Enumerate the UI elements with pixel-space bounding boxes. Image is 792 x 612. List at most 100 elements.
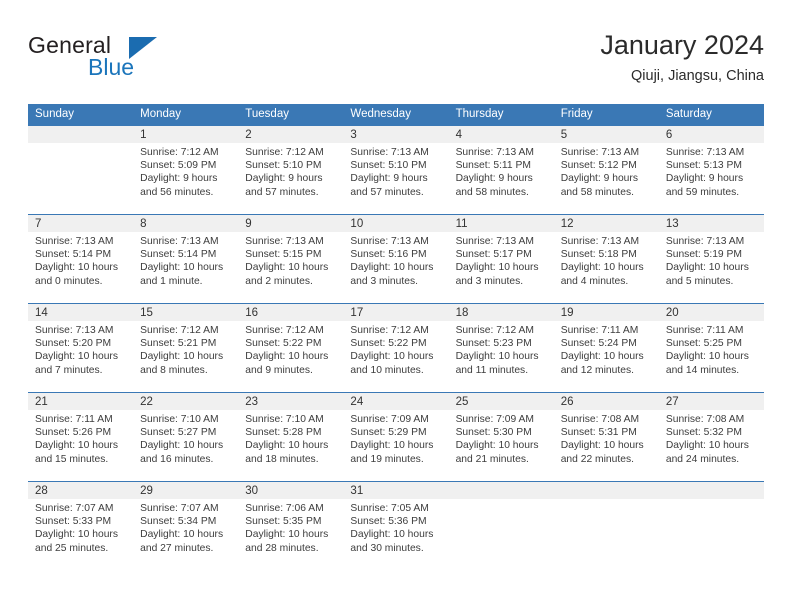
daylight-text-line2: and 30 minutes. [350, 542, 424, 554]
calendar-day-cell[interactable]: 5 Sunrise: 7:13 AM Sunset: 5:12 PM Daylight… [553, 126, 659, 214]
calendar-day-cell[interactable]: 2 Sunrise: 7:12 AM Sunset: 5:10 PM Daylight… [238, 126, 344, 214]
calendar-day-cell[interactable]: 22 Sunrise: 7:10 AM Sunset: 5:27 PM Dayligh… [133, 393, 239, 481]
day-details: Sunrise: 7:10 AM Sunset: 5:28 PM Daylight:… [238, 410, 343, 466]
calendar-day-cell[interactable]: 30 Sunrise: 7:06 AM Sunset: 5:35 PM Dayligh… [238, 482, 344, 570]
day-number: 18 [448, 304, 554, 321]
calendar-day-cell[interactable]: 25 Sunrise: 7:09 AM Sunset: 5:30 PM Dayligh… [448, 393, 554, 481]
day-details: Sunrise: 7:13 AM Sunset: 5:13 PM Daylight:… [659, 143, 764, 199]
calendar-day-cell[interactable]: 14 Sunrise: 7:13 AM Sunset: 5:20 PM Dayligh… [28, 304, 134, 392]
calendar-day-cell[interactable]: 29 Sunrise: 7:07 AM Sunset: 5:34 PM Dayligh… [133, 482, 239, 570]
weekday-header-thursday: Thursday [448, 104, 554, 126]
day-number: 29 [133, 482, 239, 499]
day-cell-inner: 30 Sunrise: 7:06 AM Sunset: 5:35 PM Dayligh… [238, 482, 344, 570]
weekday-header-wednesday: Wednesday [343, 104, 449, 126]
day-cell-inner: 4 Sunrise: 7:13 AM Sunset: 5:11 PM Daylight… [448, 126, 554, 214]
day-details: Sunrise: 7:11 AM Sunset: 5:25 PM Daylight:… [659, 321, 764, 377]
calendar-day-cell[interactable]: 18 Sunrise: 7:12 AM Sunset: 5:23 PM Dayligh… [448, 304, 554, 392]
day-cell-inner [553, 482, 659, 570]
calendar-page: General Blue January 2024 Qiuji, Jiangsu… [0, 0, 792, 612]
sunset-text: Sunset: 5:36 PM [350, 516, 427, 528]
day-details: Sunrise: 7:13 AM Sunset: 5:16 PM Daylight:… [343, 232, 448, 288]
calendar-day-cell[interactable]: 12 Sunrise: 7:13 AM Sunset: 5:18 PM Dayligh… [553, 215, 659, 303]
daylight-text-line2: and 57 minutes. [245, 186, 319, 198]
daylight-text-line1: Daylight: 10 hours [665, 351, 749, 363]
day-cell-inner: 31 Sunrise: 7:05 AM Sunset: 5:36 PM Dayligh… [343, 482, 449, 570]
sunset-text: Sunset: 5:21 PM [140, 338, 217, 350]
sunset-text: Sunset: 5:34 PM [140, 516, 217, 528]
sunrise-text: Sunrise: 7:11 AM [665, 325, 744, 336]
day-details: Sunrise: 7:13 AM Sunset: 5:17 PM Daylight:… [449, 232, 554, 288]
sunset-text: Sunset: 5:27 PM [140, 427, 217, 439]
sunset-text: Sunset: 5:14 PM [35, 249, 112, 261]
calendar-day-cell[interactable]: 15 Sunrise: 7:12 AM Sunset: 5:21 PM Dayligh… [133, 304, 239, 392]
sunset-text: Sunset: 5:09 PM [140, 160, 217, 172]
daylight-text-line2: and 58 minutes. [455, 186, 529, 198]
calendar-day-cell[interactable]: 17 Sunrise: 7:12 AM Sunset: 5:22 PM Dayligh… [343, 304, 449, 392]
calendar-day-cell[interactable]: 11 Sunrise: 7:13 AM Sunset: 5:17 PM Dayligh… [448, 215, 554, 303]
calendar-day-cell[interactable]: 28 Sunrise: 7:07 AM Sunset: 5:33 PM Dayligh… [28, 482, 134, 570]
day-details: Sunrise: 7:13 AM Sunset: 5:10 PM Daylight:… [343, 143, 448, 199]
day-details: Sunrise: 7:09 AM Sunset: 5:29 PM Daylight:… [343, 410, 448, 466]
daylight-text-line1: Daylight: 10 hours [140, 440, 224, 452]
day-cell-inner: 25 Sunrise: 7:09 AM Sunset: 5:30 PM Dayligh… [448, 393, 554, 481]
sunset-text: Sunset: 5:22 PM [350, 338, 427, 350]
calendar-day-cell[interactable]: 23 Sunrise: 7:10 AM Sunset: 5:28 PM Dayligh… [238, 393, 344, 481]
daylight-text-line1: Daylight: 9 hours [140, 173, 218, 185]
daylight-text-line1: Daylight: 10 hours [560, 262, 644, 274]
sunset-text: Sunset: 5:26 PM [35, 427, 112, 439]
calendar-week-row: 1 Sunrise: 7:12 AM Sunset: 5:09 PM Daylight… [28, 126, 764, 214]
sunrise-text: Sunrise: 7:11 AM [560, 325, 639, 336]
calendar-day-cell[interactable]: 1 Sunrise: 7:12 AM Sunset: 5:09 PM Daylight… [133, 126, 239, 214]
day-cell-inner: 9 Sunrise: 7:13 AM Sunset: 5:15 PM Daylight… [238, 215, 344, 303]
day-number: 28 [28, 482, 134, 499]
daylight-text-line2: and 9 minutes. [245, 364, 313, 376]
day-cell-inner: 26 Sunrise: 7:08 AM Sunset: 5:31 PM Dayligh… [553, 393, 659, 481]
calendar-day-cell[interactable]: 31 Sunrise: 7:05 AM Sunset: 5:36 PM Dayligh… [343, 482, 449, 570]
calendar-day-cell[interactable]: 4 Sunrise: 7:13 AM Sunset: 5:11 PM Daylight… [448, 126, 554, 214]
daylight-text-line1: Daylight: 9 hours [560, 173, 638, 185]
sunrise-text: Sunrise: 7:06 AM [245, 503, 324, 514]
daylight-text-line1: Daylight: 10 hours [350, 440, 434, 452]
day-number: 11 [448, 215, 554, 232]
calendar-day-cell[interactable]: 21 Sunrise: 7:11 AM Sunset: 5:26 PM Dayligh… [28, 393, 134, 481]
sunset-text: Sunset: 5:28 PM [245, 427, 322, 439]
calendar-day-cell[interactable]: 24 Sunrise: 7:09 AM Sunset: 5:29 PM Dayligh… [343, 393, 449, 481]
calendar-week-row: 28 Sunrise: 7:07 AM Sunset: 5:33 PM Dayligh… [28, 482, 764, 570]
calendar-day-cell[interactable]: 7 Sunrise: 7:13 AM Sunset: 5:14 PM Daylight… [28, 215, 134, 303]
calendar-day-cell[interactable]: 27 Sunrise: 7:08 AM Sunset: 5:32 PM Dayligh… [658, 393, 764, 481]
day-number: 17 [343, 304, 449, 321]
day-cell-inner: 13 Sunrise: 7:13 AM Sunset: 5:19 PM Dayligh… [658, 215, 764, 303]
calendar-day-cell[interactable]: 3 Sunrise: 7:13 AM Sunset: 5:10 PM Daylight… [343, 126, 449, 214]
calendar-day-cell[interactable]: 26 Sunrise: 7:08 AM Sunset: 5:31 PM Dayligh… [553, 393, 659, 481]
daylight-text-line2: and 4 minutes. [560, 275, 629, 287]
day-cell-inner: 22 Sunrise: 7:10 AM Sunset: 5:27 PM Dayligh… [133, 393, 239, 481]
calendar-day-cell[interactable]: 10 Sunrise: 7:13 AM Sunset: 5:16 PM Dayligh… [343, 215, 449, 303]
general-blue-logo[interactable]: General Blue [28, 32, 228, 88]
calendar-day-cell[interactable]: 8 Sunrise: 7:13 AM Sunset: 5:14 PM Daylight… [133, 215, 239, 303]
daylight-text-line1: Daylight: 9 hours [665, 173, 744, 185]
sunset-text: Sunset: 5:18 PM [560, 249, 637, 261]
weekday-header-monday: Monday [133, 104, 239, 126]
day-cell-inner: 24 Sunrise: 7:09 AM Sunset: 5:29 PM Dayligh… [343, 393, 449, 481]
sunset-text: Sunset: 5:17 PM [455, 249, 532, 261]
calendar-day-cell[interactable]: 9 Sunrise: 7:13 AM Sunset: 5:15 PM Daylight… [238, 215, 344, 303]
calendar-day-cell[interactable]: 16 Sunrise: 7:12 AM Sunset: 5:22 PM Dayligh… [238, 304, 344, 392]
title-block: January 2024 Qiuji, Jiangsu, China [600, 28, 764, 86]
calendar-day-cell[interactable]: 13 Sunrise: 7:13 AM Sunset: 5:19 PM Dayligh… [658, 215, 764, 303]
sunrise-text: Sunrise: 7:09 AM [455, 414, 534, 425]
sunset-text: Sunset: 5:24 PM [560, 338, 637, 350]
day-cell-inner: 16 Sunrise: 7:12 AM Sunset: 5:22 PM Dayligh… [238, 304, 344, 392]
day-number: 7 [28, 215, 134, 232]
daylight-text-line2: and 7 minutes. [35, 364, 103, 376]
daylight-text-line1: Daylight: 10 hours [35, 351, 118, 363]
calendar-day-cell[interactable]: 6 Sunrise: 7:13 AM Sunset: 5:13 PM Daylight… [658, 126, 764, 214]
sunset-text: Sunset: 5:29 PM [350, 427, 427, 439]
calendar-day-cell[interactable]: 19 Sunrise: 7:11 AM Sunset: 5:24 PM Dayligh… [553, 304, 659, 392]
calendar-day-cell[interactable]: 20 Sunrise: 7:11 AM Sunset: 5:25 PM Dayligh… [658, 304, 764, 392]
day-number [28, 126, 134, 143]
daylight-text-line1: Daylight: 10 hours [665, 440, 749, 452]
day-details: Sunrise: 7:12 AM Sunset: 5:22 PM Daylight:… [343, 321, 448, 377]
day-cell-inner: 29 Sunrise: 7:07 AM Sunset: 5:34 PM Dayligh… [133, 482, 239, 570]
daylight-text-line2: and 27 minutes. [140, 542, 214, 554]
daylight-text-line2: and 22 minutes. [560, 453, 634, 465]
